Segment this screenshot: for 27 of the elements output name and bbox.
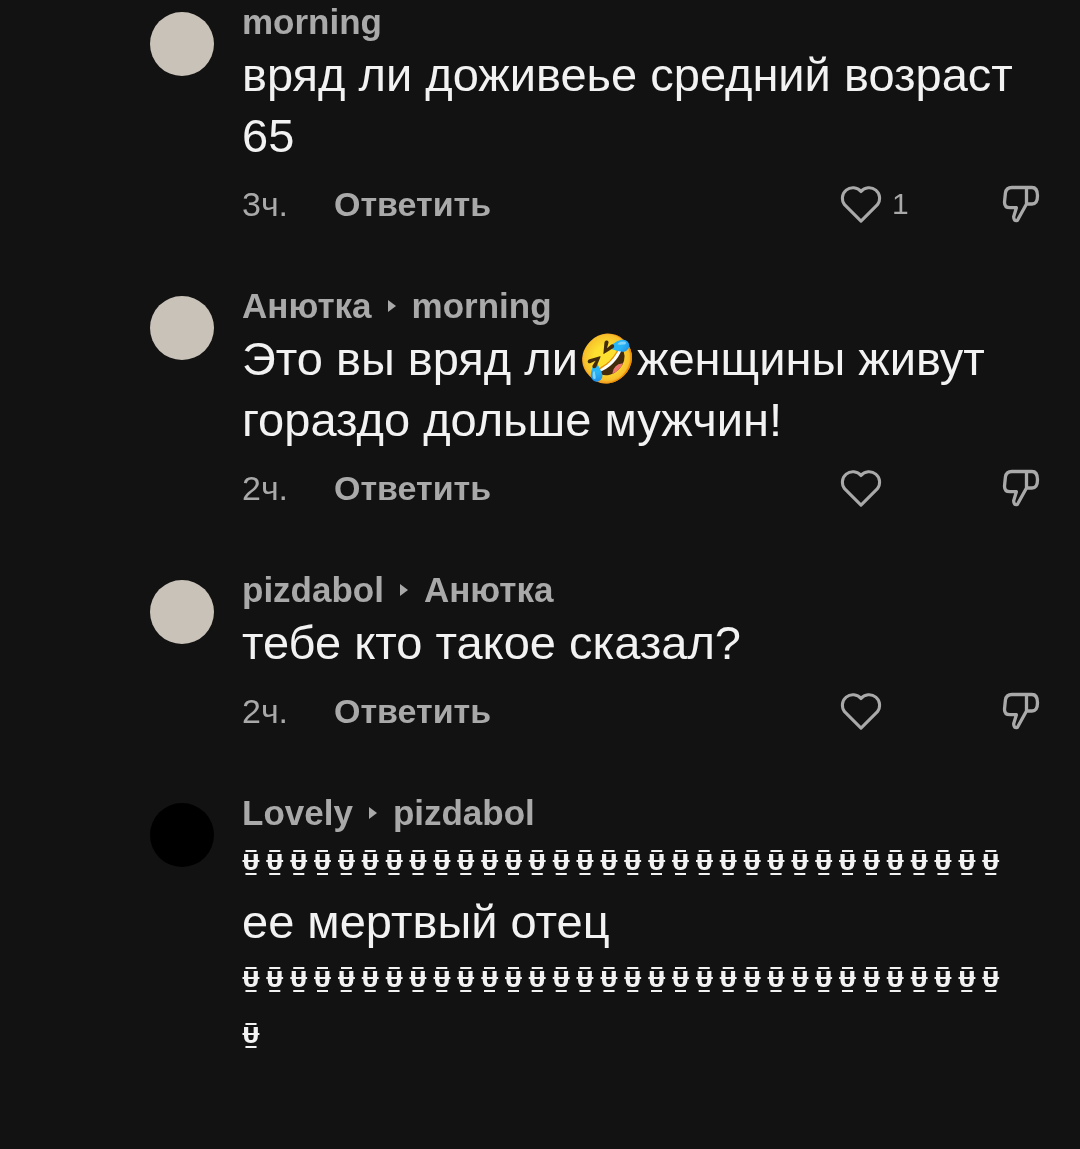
comment-text: Ʉ̲̅: [242, 1022, 267, 1050]
username[interactable]: Анютка: [423, 570, 554, 610]
username[interactable]: morning: [411, 286, 552, 326]
username[interactable]: Анютка: [242, 286, 372, 326]
caret-icon: [366, 805, 379, 821]
username[interactable]: Lovely: [242, 793, 353, 833]
username[interactable]: morning: [242, 2, 382, 42]
comment-text: тебе кто такое сказал?: [242, 615, 742, 671]
comment-text: Ʉ̲̅Ʉ̲̅Ʉ̲̅Ʉ̲̅Ʉ̲̅Ʉ̲̅Ʉ̲̅Ʉ̲̅Ʉ̲̅Ʉ̲̅Ʉ̲̅Ʉ̲̅Ʉ̲̅Ʉ̲̅Ʉ̲̅Ʉ̲̅Ʉ̲̅Ʉ̲̅Ʉ̲̅Ʉ̲̅Ʉ̲̅Ʉ̲̅Ʉ̲̅Ʉ̲̅Ʉ̲̅Ʉ̲̅Ʉ̲̅Ʉ̲̅Ʉ̲̅Ʉ̲̅Ʉ̲̅Ʉ̲̅: [242, 966, 1007, 994]
timestamp: 2ч.: [242, 691, 290, 731]
caret-icon: [397, 582, 410, 598]
heart-icon[interactable]: [838, 690, 884, 732]
caret-icon: [385, 298, 398, 314]
reply-button[interactable]: Ответить: [334, 184, 492, 224]
heart-icon[interactable]: [838, 467, 884, 509]
comment-text: Это вы вряд ли🤣женщины живут гораздо дольше мужчин!: [242, 331, 986, 448]
comment-text: ее мертвый отец: [242, 894, 611, 950]
timestamp: 2ч.: [242, 468, 290, 508]
username[interactable]: pizdabol: [392, 793, 535, 833]
username[interactable]: pizdabol: [242, 570, 384, 610]
comment-text: вряд ли доживеье средний возраст 65: [242, 47, 1014, 164]
reply-button[interactable]: Ответить: [334, 691, 492, 731]
heart-icon[interactable]: [838, 183, 884, 225]
timestamp: 3ч.: [242, 184, 290, 224]
comment-text: Ʉ̲̅Ʉ̲̅Ʉ̲̅Ʉ̲̅Ʉ̲̅Ʉ̲̅Ʉ̲̅Ʉ̲̅Ʉ̲̅Ʉ̲̅Ʉ̲̅Ʉ̲̅Ʉ̲̅Ʉ̲̅Ʉ̲̅Ʉ̲̅Ʉ̲̅Ʉ̲̅Ʉ̲̅Ʉ̲̅Ʉ̲̅Ʉ̲̅Ʉ̲̅Ʉ̲̅Ʉ̲̅Ʉ̲̅Ʉ̲̅Ʉ̲̅Ʉ̲̅Ʉ̲̅Ʉ̲̅Ʉ̲̅: [242, 849, 1007, 877]
reply-button[interactable]: Ответить: [334, 468, 492, 508]
like-count: 1: [892, 187, 909, 221]
